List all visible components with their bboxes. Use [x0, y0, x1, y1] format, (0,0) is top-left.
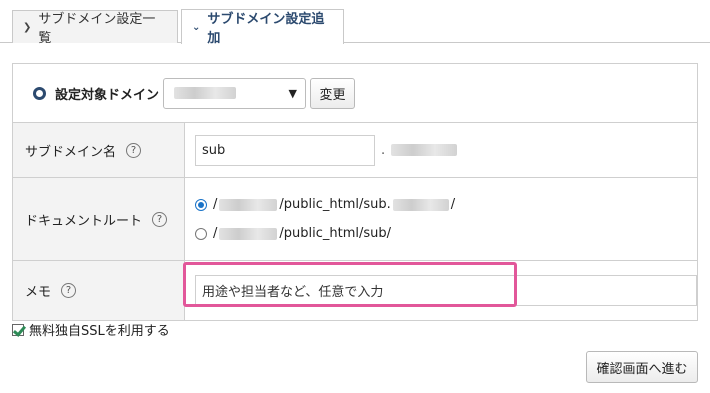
confirm-button[interactable]: 確認画面へ進む	[586, 351, 698, 383]
docroot-label: ドキュメントルート	[25, 213, 143, 229]
slash: /	[213, 226, 218, 241]
chevron-right-icon: ❯	[23, 21, 32, 33]
radio-selected[interactable]	[195, 198, 207, 211]
subdomain-label: サブドメイン名	[25, 144, 117, 160]
tab-label: サブドメイン設定一覧	[38, 12, 156, 46]
memo-label: メモ	[25, 285, 52, 300]
domain-label: 設定対象ドメイン	[55, 87, 160, 103]
help-icon[interactable]: ?	[152, 211, 168, 227]
change-button[interactable]: 変更	[310, 77, 356, 109]
domain-separator: .	[381, 142, 386, 158]
subdomain-row: サブドメイン名 ? sub .	[13, 122, 697, 177]
docroot-options: / /public_html/sub. / / /public_html/sub…	[195, 197, 455, 241]
subdomain-input[interactable]: sub	[195, 134, 375, 166]
blurred-domain	[391, 144, 458, 156]
slash: /	[213, 197, 218, 212]
docroot-path-1: /public_html/sub.	[279, 197, 391, 212]
subdomain-value-cell: sub .	[185, 123, 697, 177]
blurred-user	[219, 198, 278, 211]
memo-highlight-frame	[183, 262, 517, 307]
help-icon[interactable]: ?	[61, 283, 77, 298]
blurred-domain	[174, 87, 237, 99]
radio-unselected[interactable]	[195, 227, 207, 240]
docroot-path-1-end: /	[450, 197, 456, 212]
help-icon[interactable]: ?	[126, 142, 142, 158]
domain-select[interactable]: ▼	[163, 77, 307, 109]
chevron-down-icon: ⌄	[192, 21, 201, 33]
ssl-label: 無料独自SSLを利用する	[29, 324, 170, 339]
docroot-option-2[interactable]: / /public_html/sub/	[195, 226, 455, 241]
docroot-path-2: /public_html/sub/	[279, 226, 392, 241]
checkbox-checked[interactable]	[12, 323, 24, 336]
docroot-label-cell: ドキュメントルート ?	[13, 178, 185, 260]
tab-subdomain-list[interactable]: ❯ サブドメイン設定一覧	[12, 10, 178, 46]
domain-row: 設定対象ドメイン ▼ 変更	[13, 64, 697, 122]
chevron-down-icon: ▼	[288, 86, 298, 100]
tab-label: サブドメイン設定追加	[207, 12, 325, 46]
memo-label-cell: メモ ?	[13, 261, 185, 320]
bullet-icon	[33, 86, 46, 100]
subdomain-label-cell: サブドメイン名 ?	[13, 123, 185, 177]
ssl-option[interactable]: 無料独自SSLを利用する	[12, 320, 170, 339]
docroot-row: ドキュメントルート ? / /public_html/sub. / / /pub…	[13, 177, 697, 260]
blurred-user	[219, 227, 278, 240]
tab-subdomain-add[interactable]: ⌄ サブドメイン設定追加	[181, 9, 344, 46]
docroot-value-cell: / /public_html/sub. / / /public_html/sub…	[185, 178, 697, 260]
docroot-option-1[interactable]: / /public_html/sub. /	[195, 197, 455, 212]
blurred-domain	[392, 198, 449, 211]
